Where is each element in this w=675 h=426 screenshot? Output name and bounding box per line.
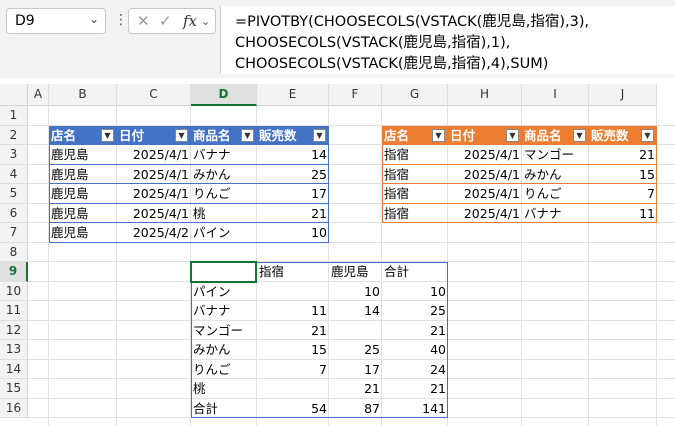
formula-line: =PIVOTBY(CHOOSECOLS(VSTACK(鹿児島,指宿),3), — [235, 14, 590, 30]
column-header-j[interactable]: J — [589, 84, 657, 106]
column-header-g[interactable]: G — [382, 84, 448, 106]
sheet-grid[interactable]: 店名 ▼ 日付 ▼ 商品名 ▼ 販売数 ▼ 鹿児島 2025/4/1 バナナ 14 鹿児島 2025/4/… — [28, 106, 675, 426]
row-header-7[interactable]: 7 — [0, 223, 28, 243]
column-header-d[interactable]: D — [191, 84, 257, 106]
row-header-2[interactable]: 2 — [0, 125, 28, 145]
column-header-i[interactable]: I — [522, 84, 589, 106]
formula-buttons: ✕ ✓ fx ⌄ — [128, 8, 216, 34]
row-header-10[interactable]: 10 — [0, 281, 28, 301]
column-header-h[interactable]: H — [448, 84, 522, 106]
row-header-13[interactable]: 13 — [0, 340, 28, 360]
spill-range-border — [191, 262, 448, 418]
row-header-14[interactable]: 14 — [0, 359, 28, 379]
row-header-5[interactable]: 5 — [0, 184, 28, 204]
formula-line: CHOOSECOLS(VSTACK(鹿児島,指宿),4),SUM) — [235, 56, 549, 72]
active-cell-cursor[interactable] — [190, 261, 257, 283]
chevron-down-icon[interactable]: ⌄ — [201, 15, 210, 28]
cancel-icon[interactable]: ✕ — [137, 12, 150, 30]
name-box[interactable]: D9 ⌄ — [6, 8, 106, 34]
name-box-value: D9 — [15, 13, 35, 29]
enter-check-icon[interactable]: ✓ — [159, 12, 172, 30]
formula-input[interactable]: =PIVOTBY(CHOOSECOLS(VSTACK(鹿児島,指宿),3), C… — [220, 6, 675, 74]
column-header-b[interactable]: B — [49, 84, 117, 106]
formula-bar-area: D9 ⌄ ⋮ ✕ ✓ fx ⌄ =PIVOTBY(CHOOSECOLS(VSTA… — [0, 0, 675, 78]
column-header-c[interactable]: C — [117, 84, 191, 106]
row-header-16[interactable]: 16 — [0, 398, 28, 418]
row-header-1[interactable]: 1 — [0, 106, 28, 126]
column-header-e[interactable]: E — [257, 84, 329, 106]
table-border — [49, 125, 329, 243]
row-header-9[interactable]: 9 — [0, 262, 28, 282]
chevron-down-icon[interactable]: ⌄ — [89, 12, 99, 26]
row-header-8[interactable]: 8 — [0, 242, 28, 262]
insert-function-icon[interactable]: fx — [183, 12, 197, 30]
row-header-6[interactable]: 6 — [0, 203, 28, 223]
row-header-11[interactable]: 11 — [0, 301, 28, 321]
column-header-a[interactable]: A — [28, 84, 49, 106]
table-border — [382, 125, 657, 223]
more-vertical-icon[interactable]: ⋮ — [114, 12, 128, 28]
select-all-corner[interactable] — [0, 84, 28, 106]
column-header-f[interactable]: F — [329, 84, 382, 106]
row-header-3[interactable]: 3 — [0, 145, 28, 165]
formula-line: CHOOSECOLS(VSTACK(鹿児島,指宿),1), — [235, 35, 511, 51]
row-header-12[interactable]: 12 — [0, 320, 28, 340]
row-header-4[interactable]: 4 — [0, 164, 28, 184]
row-header-15[interactable]: 15 — [0, 379, 28, 399]
